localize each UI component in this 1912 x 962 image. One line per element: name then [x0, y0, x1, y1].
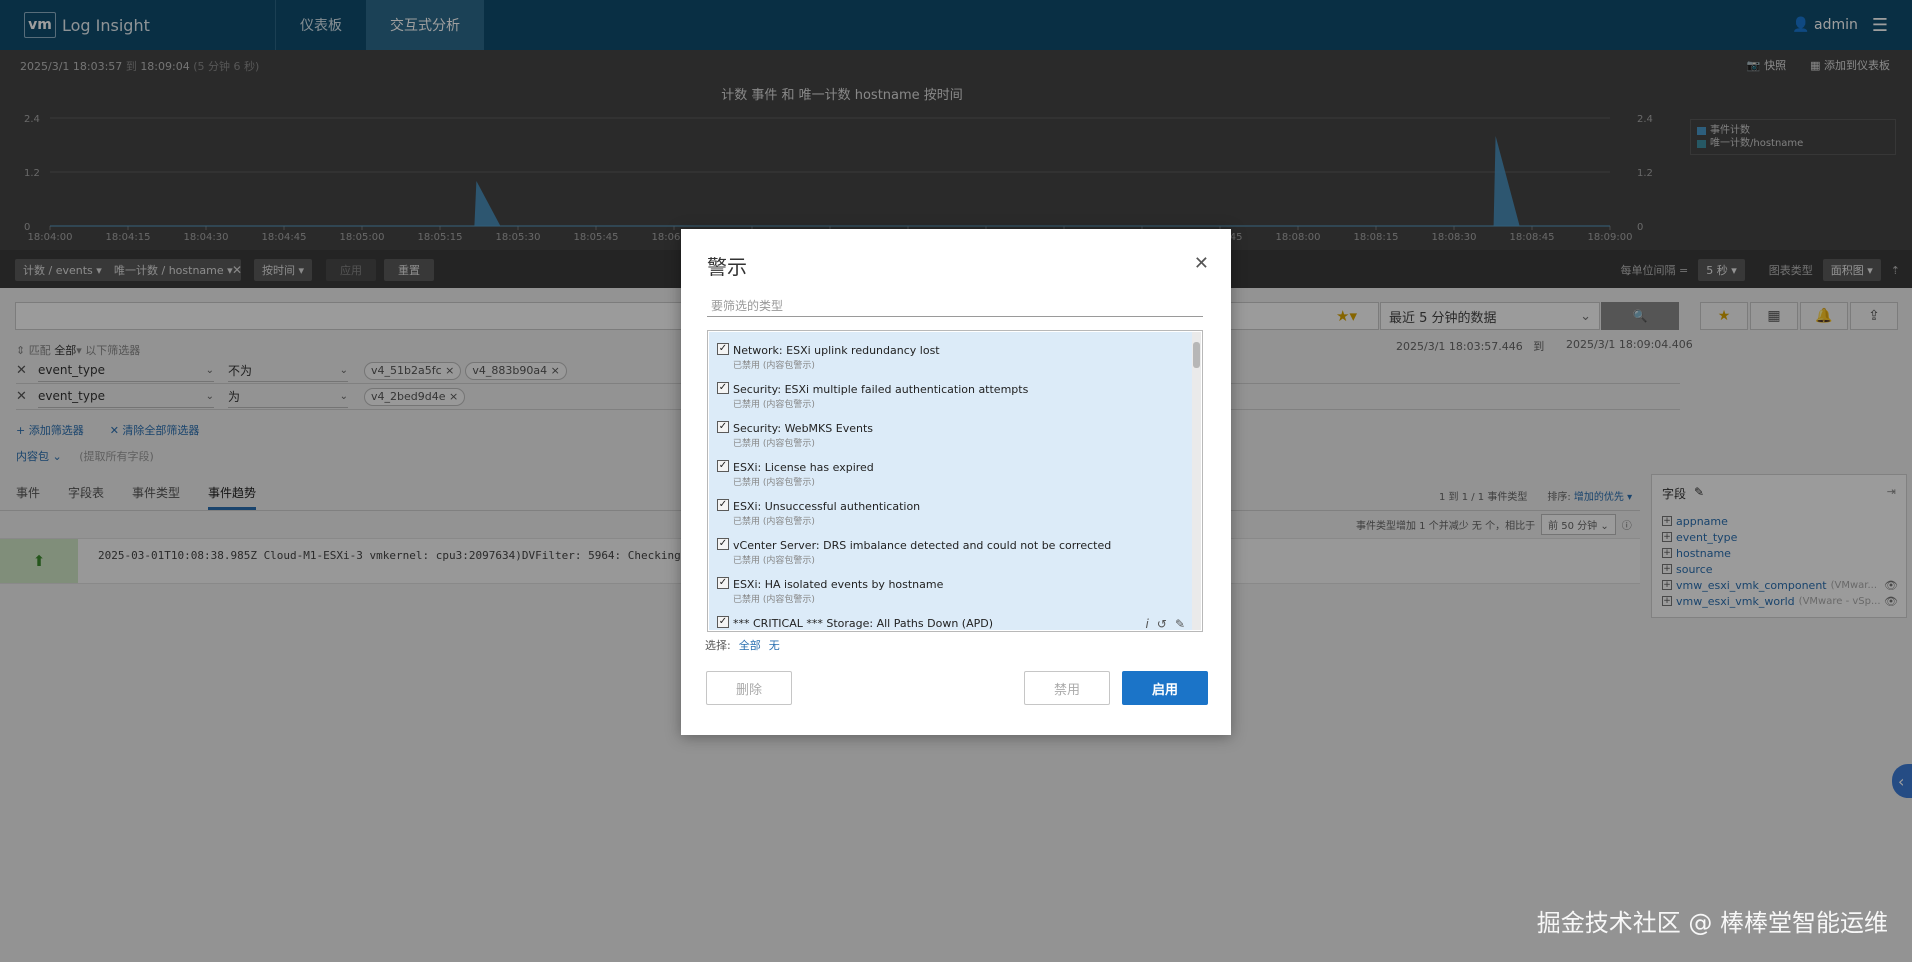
alert-status: 已禁用 (内容包警示) — [733, 361, 815, 371]
alert-item[interactable]: ✓ ESXi: HA isolated events by hostname 已禁用… — [709, 566, 1193, 605]
scrollbar[interactable] — [1192, 332, 1201, 630]
alert-status: 已禁用 (内容包警示) — [733, 478, 815, 488]
alert-item[interactable]: ✓ Security: ESXi multiple failed authenti… — [709, 371, 1193, 410]
alert-item[interactable]: ✓ ESXi: License has expired 已禁用 (内容包警示) — [709, 449, 1193, 488]
alerts-modal: 警示 ✕ 要筛选的类型 ✓ Network: ESXi uplink redund… — [681, 229, 1231, 735]
alert-item[interactable]: ✓ Network: ESXi uplink redundancy lost 已禁用… — [709, 332, 1193, 371]
alert-name: ESXi: Unsuccessful authentication — [733, 500, 921, 513]
disable-button[interactable]: 禁用 — [1024, 671, 1110, 705]
alert-status: 已禁用 (内容包警示) — [733, 595, 815, 605]
alert-name: Network: ESXi uplink redundancy lost — [733, 344, 940, 357]
alert-item[interactable]: ✓ ESXi: Unsuccessful authentication 已禁用 (内… — [709, 488, 1193, 527]
select-all-link[interactable]: 全部 — [739, 637, 761, 653]
info-icon[interactable]: i — [1146, 617, 1149, 631]
scrollbar-thumb[interactable] — [1193, 342, 1200, 368]
alert-status: 已禁用 (内容包警示) — [733, 400, 815, 410]
alert-status: 已禁用 (内容包警示) — [733, 439, 815, 449]
checkbox-checked-icon[interactable]: ✓ — [717, 343, 729, 355]
close-icon[interactable]: ✕ — [1194, 253, 1209, 274]
alert-status: 已禁用 (内容包警示) — [733, 517, 815, 527]
alert-item[interactable]: ✓ vCenter Server: DRS imbalance detected … — [709, 527, 1193, 566]
select-label: 选择: — [705, 639, 731, 652]
checkbox-checked-icon[interactable]: ✓ — [717, 538, 729, 550]
checkbox-checked-icon[interactable]: ✓ — [717, 577, 729, 589]
checkbox-checked-icon[interactable]: ✓ — [717, 616, 729, 628]
checkbox-checked-icon[interactable]: ✓ — [717, 499, 729, 511]
select-line: 选择: 全部 无 — [705, 637, 780, 653]
pencil-icon[interactable]: ✎ — [1175, 617, 1185, 631]
alert-item[interactable]: ✓ *** CRITICAL *** Storage: All Paths Dow… — [709, 605, 1193, 631]
alert-name: ESXi: License has expired — [733, 461, 874, 474]
checkbox-checked-icon[interactable]: ✓ — [717, 421, 729, 433]
checkbox-checked-icon[interactable]: ✓ — [717, 382, 729, 394]
alert-filter-input[interactable]: 要筛选的类型 — [707, 295, 1203, 317]
watermark: 掘金技术社区 @ 棒棒堂智能运维 — [1536, 909, 1888, 937]
alert-item[interactable]: ✓ Security: WebMKS Events 已禁用 (内容包警示) — [709, 410, 1193, 449]
alert-name: vCenter Server: DRS imbalance detected a… — [733, 539, 1112, 552]
alert-status: 已禁用 (内容包警示) — [733, 556, 815, 566]
history-icon[interactable]: ↺ — [1157, 617, 1167, 631]
alert-name: *** CRITICAL *** Storage: All Paths Down… — [733, 617, 993, 630]
modal-title: 警示 — [707, 255, 747, 279]
alert-name: ESXi: HA isolated events by hostname — [733, 578, 944, 591]
alert-name: Security: WebMKS Events — [733, 422, 873, 435]
alert-list: ✓ Network: ESXi uplink redundancy lost 已禁用… — [707, 330, 1203, 632]
alert-name: Security: ESXi multiple failed authentic… — [733, 383, 1029, 396]
checkbox-checked-icon[interactable]: ✓ — [717, 460, 729, 472]
enable-button[interactable]: 启用 — [1122, 671, 1208, 705]
select-none-link[interactable]: 无 — [769, 637, 780, 653]
delete-button[interactable]: 删除 — [706, 671, 792, 705]
